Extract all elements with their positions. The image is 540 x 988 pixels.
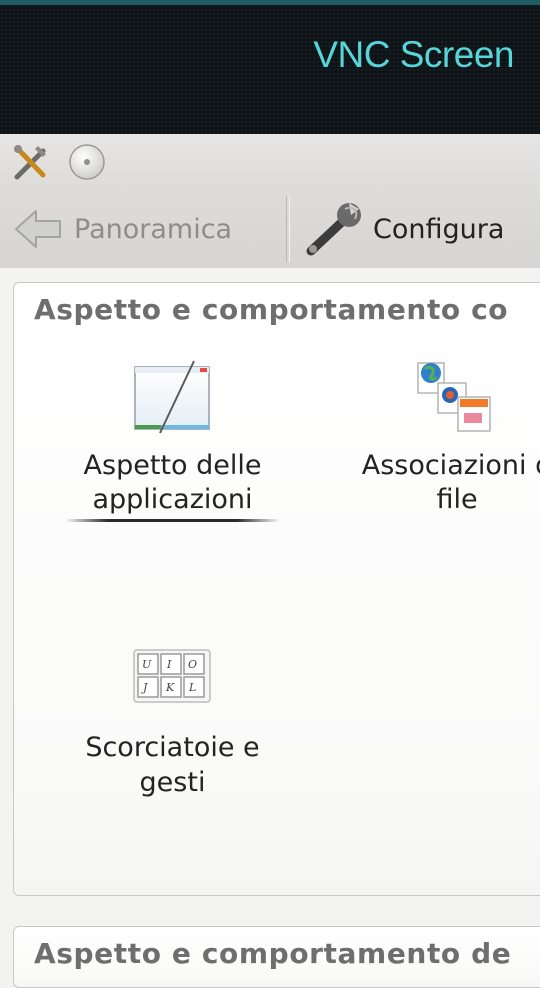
overview-button[interactable]: Panoramica [12,190,252,268]
toolbar: Panoramica Configura [0,190,540,269]
svg-text:O: O [188,658,197,671]
svg-text:U: U [142,658,152,671]
group-title: Aspetto e comportamento de [34,937,512,970]
vnc-header: VNC Screen [0,0,540,134]
vnc-title: VNC Screen [313,34,514,75]
focus-underline [65,519,280,522]
svg-text:L: L [188,681,196,694]
application-appearance-icon [130,355,214,435]
shortcuts-gestures-item[interactable]: U I O J KL Scorciatoie e gesti [50,640,295,810]
circle-button-icon[interactable] [68,143,106,181]
configure-label: Configura [373,213,505,245]
svg-text:K: K [165,681,175,694]
svg-text:J: J [141,681,148,694]
keyboard-shortcuts-icon: U I O J KL [132,646,212,706]
window-titlebar [0,134,540,190]
toolbar-separator [286,196,290,262]
vnc-header-accent-line [0,0,540,5]
back-arrow-icon [12,207,64,251]
svg-text:I: I [166,658,172,671]
file-associations-item[interactable]: Associazioni d file [332,355,540,527]
item-label-line2: gesti [139,767,206,798]
overview-label: Panoramica [74,213,233,245]
item-label-line1: Aspetto delle [83,450,262,481]
application-appearance-item[interactable]: Aspetto delle applicazioni [50,355,295,527]
tools-icon[interactable] [10,142,50,182]
item-label-line1: Scorciatoie e [85,732,260,763]
item-label-line1: Associazioni d [361,450,540,481]
settings-group: Aspetto e comportamento de [13,926,540,988]
configure-button[interactable]: Configura [305,190,525,268]
item-label-line2: file [436,484,478,515]
file-associations-icon [416,357,498,437]
group-title: Aspetto e comportamento co [34,293,509,326]
wrench-icon [305,199,365,259]
item-label-line2: applicazioni [92,484,253,515]
